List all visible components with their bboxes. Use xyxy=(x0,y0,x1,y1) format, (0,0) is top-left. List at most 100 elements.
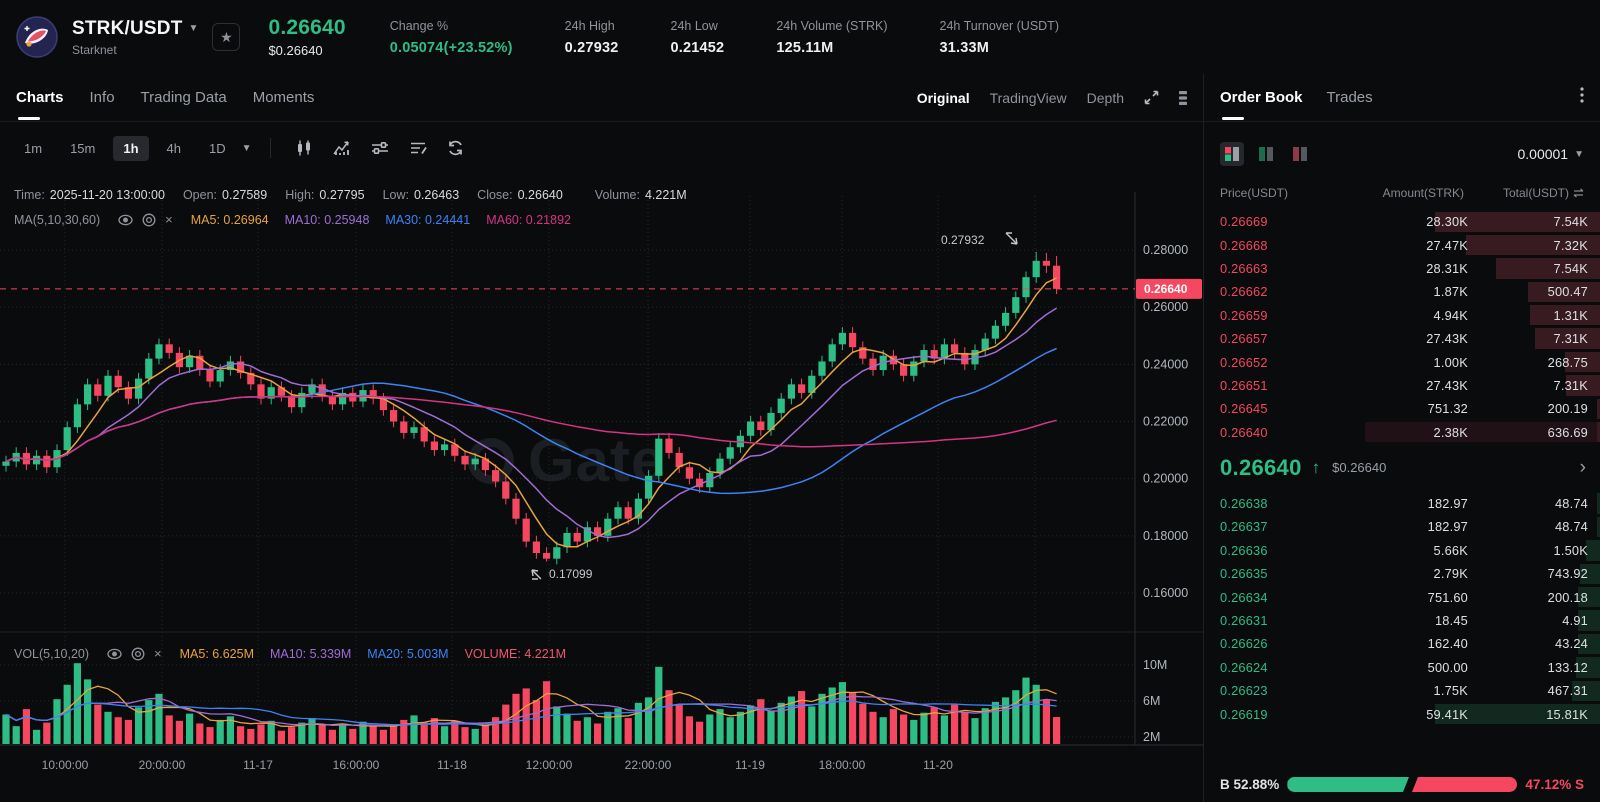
order-book-menu-icon[interactable] xyxy=(1580,87,1584,108)
price-cell: 0.26657 xyxy=(1220,331,1268,347)
stat-label: Change % xyxy=(389,18,449,33)
ask-row[interactable]: 0.26669 28.30K 7.54K xyxy=(1204,210,1600,233)
stat-value: 31.33M xyxy=(939,39,990,56)
amount-cell: 751.32 xyxy=(1427,401,1468,417)
ask-row[interactable]: 0.26663 28.31K 7.54K xyxy=(1204,257,1600,280)
total-cell: 43.24 xyxy=(1554,636,1588,652)
total-cell: 133.12 xyxy=(1547,659,1588,675)
amount-cell: 2.38K xyxy=(1433,424,1468,440)
svg-text:0.28000: 0.28000 xyxy=(1143,243,1188,257)
total-cell: 7.31K xyxy=(1553,331,1588,347)
total-cell: 7.32K xyxy=(1553,237,1588,253)
header-stat: 24h Turnover (USDT) 31.33M xyxy=(940,19,1059,56)
total-cell: 48.74 xyxy=(1554,496,1588,512)
tick-size-selector[interactable]: 0.00001 ▼ xyxy=(1517,146,1584,162)
bid-row[interactable]: 0.26619 59.41K 15.81K xyxy=(1204,702,1600,725)
timeframe-15m[interactable]: 15m xyxy=(60,136,105,161)
timeframe-more-caret-icon[interactable]: ▼ xyxy=(242,143,252,154)
bid-row[interactable]: 0.26637 182.97 48.74 xyxy=(1204,515,1600,538)
bid-row[interactable]: 0.26635 2.79K 743.92 xyxy=(1204,562,1600,585)
sell-label: S xyxy=(1574,777,1584,792)
timeframe-1d[interactable]: 1D xyxy=(199,136,236,161)
bid-row[interactable]: 0.26636 5.66K 1.50K xyxy=(1204,539,1600,562)
price-volume-chart[interactable]: 0.26640 0.27932 0.17099 0.28000 0.26000 0.240… xyxy=(0,174,1204,802)
ma-close-icon[interactable]: × xyxy=(165,212,173,227)
tab-trading-data[interactable]: Trading Data xyxy=(141,75,227,120)
chart-region[interactable]: Time: 2025-11-20 13:00:00 Open: 0.27589 High… xyxy=(0,174,1204,802)
tab-info[interactable]: Info xyxy=(90,75,115,120)
tab-moments[interactable]: Moments xyxy=(253,75,315,120)
ob-layout-both-button[interactable] xyxy=(1220,142,1244,166)
amount-cell: 5.66K xyxy=(1433,542,1468,558)
favorite-button[interactable]: ★ xyxy=(212,23,241,51)
amount-cell: 27.43K xyxy=(1426,377,1468,393)
ob-tab-trades[interactable]: Trades xyxy=(1327,75,1373,120)
fullscreen-icon[interactable] xyxy=(1144,90,1159,105)
compare-refresh-icon[interactable] xyxy=(441,135,471,161)
bid-row[interactable]: 0.26626 162.40 43.24 xyxy=(1204,632,1600,655)
stat-value: 125.11M xyxy=(776,39,834,56)
svg-text:11-17: 11-17 xyxy=(243,758,273,772)
vol-settings-icon[interactable] xyxy=(131,647,145,661)
price-cell: 0.26636 xyxy=(1220,542,1268,558)
ask-row[interactable]: 0.26659 4.94K 1.31K xyxy=(1204,304,1600,327)
svg-text:2M: 2M xyxy=(1143,730,1160,744)
timeframe-1h[interactable]: 1h xyxy=(113,135,149,161)
chevron-right-icon[interactable]: › xyxy=(1580,457,1586,479)
ratio-bar xyxy=(1287,777,1518,792)
svg-text:6M: 6M xyxy=(1143,694,1160,708)
ask-row[interactable]: 0.26645 751.32 200.19 xyxy=(1204,397,1600,420)
vol-close-icon[interactable]: × xyxy=(154,646,162,661)
order-list-icon[interactable] xyxy=(403,135,433,161)
svg-text:18:00:00: 18:00:00 xyxy=(819,758,866,772)
timeframe-4h[interactable]: 4h xyxy=(157,136,191,161)
svg-text:0.27932: 0.27932 xyxy=(941,233,985,247)
pair-name[interactable]: STRK/USDT xyxy=(72,18,183,40)
settings-sliders-icon[interactable] xyxy=(365,135,395,161)
candle-style-icon[interactable] xyxy=(289,135,319,161)
tick-size-caret-icon: ▼ xyxy=(1574,148,1584,160)
ma-settings-icon[interactable] xyxy=(142,213,156,227)
bid-row[interactable]: 0.26631 18.45 4.91 xyxy=(1204,609,1600,632)
bid-row[interactable]: 0.26634 751.60 200.18 xyxy=(1204,585,1600,608)
price-cell: 0.26619 xyxy=(1220,706,1268,722)
total-cell: 1.50K xyxy=(1553,542,1588,558)
bid-row[interactable]: 0.26638 182.97 48.74 xyxy=(1204,492,1600,515)
stat-label: 24h Volume (STRK) xyxy=(776,18,888,33)
ask-row[interactable]: 0.26662 1.87K 500.47 xyxy=(1204,280,1600,303)
view-mode-tradingview[interactable]: TradingView xyxy=(990,90,1067,106)
svg-text:10:00:00: 10:00:00 xyxy=(42,758,89,772)
timeframe-1m[interactable]: 1m xyxy=(14,136,52,161)
ob-tab-order-book[interactable]: Order Book xyxy=(1220,75,1303,120)
last-trade-row[interactable]: 0.26640 ↑ $0.26640 › xyxy=(1204,446,1600,490)
total-unit-toggle-icon[interactable] xyxy=(1573,188,1584,198)
panel-layout-icon[interactable] xyxy=(1179,90,1187,106)
indicator-icon[interactable] xyxy=(327,135,357,161)
ob-last-price: 0.26640 xyxy=(1220,454,1302,480)
price-cell: 0.26651 xyxy=(1220,377,1268,393)
ask-row[interactable]: 0.26651 27.43K 7.31K xyxy=(1204,374,1600,397)
svg-text:0.24000: 0.24000 xyxy=(1143,357,1188,371)
amount-cell: 4.94K xyxy=(1433,307,1468,323)
ask-row[interactable]: 0.26668 27.47K 7.32K xyxy=(1204,233,1600,256)
pair-network: Starknet xyxy=(72,42,117,57)
view-mode-depth[interactable]: Depth xyxy=(1087,90,1124,106)
ask-row[interactable]: 0.26657 27.43K 7.31K xyxy=(1204,327,1600,350)
pair-dropdown-caret-icon[interactable]: ▼ xyxy=(189,23,199,34)
ob-layout-asks-button[interactable] xyxy=(1288,142,1312,166)
bid-row[interactable]: 0.26623 1.75K 467.31 xyxy=(1204,679,1600,702)
ma-visibility-icon[interactable] xyxy=(118,214,133,226)
ask-row[interactable]: 0.26640 2.38K 636.69 xyxy=(1204,421,1600,444)
price-cell: 0.26652 xyxy=(1220,354,1268,370)
amount-cell: 500.00 xyxy=(1427,659,1468,675)
header-stat: Change % 0.05074(+23.52%) xyxy=(390,19,513,56)
amount-cell: 27.43K xyxy=(1426,331,1468,347)
vol-visibility-icon[interactable] xyxy=(107,648,122,660)
bid-row[interactable]: 0.26624 500.00 133.12 xyxy=(1204,656,1600,679)
view-mode-original[interactable]: Original xyxy=(917,90,970,106)
ask-row[interactable]: 0.26652 1.00K 268.75 xyxy=(1204,350,1600,373)
amount-cell: 18.45 xyxy=(1434,613,1468,629)
col-price: Price(USDT) xyxy=(1220,186,1288,200)
ob-layout-bids-button[interactable] xyxy=(1254,142,1278,166)
tab-charts[interactable]: Charts xyxy=(16,75,64,120)
